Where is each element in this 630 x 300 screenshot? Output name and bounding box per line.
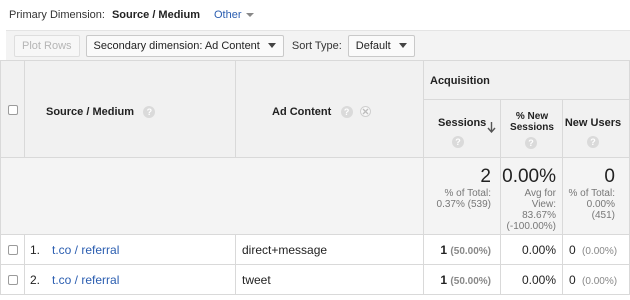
table-row-pct-new-cell: 0.00% <box>501 265 563 295</box>
totals-new-users-sub1: % of Total: <box>568 188 615 199</box>
sort-type-label: Sort Type: <box>291 39 342 52</box>
chevron-down-icon <box>398 43 407 48</box>
secondary-dimension-dropdown[interactable]: Secondary dimension: Ad Content <box>85 34 284 57</box>
table-row-select-cell <box>0 265 25 295</box>
totals-new-users-sub2: 0.00% <box>586 199 615 210</box>
totals-label-cell <box>0 158 424 235</box>
row-ad-content: tweet <box>242 273 271 287</box>
row-index: 1. <box>30 243 41 257</box>
select-all-checkbox[interactable] <box>8 105 18 115</box>
row-sessions: 1 <box>440 243 448 257</box>
row-sessions: 1 <box>440 273 448 287</box>
totals-pct-new-sub3: 83.67% <box>522 210 556 221</box>
header-new-users-label: New Users <box>564 117 622 129</box>
table-row-source-cell: 1. t.co / referral <box>25 235 236 265</box>
header-pct-new-sessions-line2: Sessions <box>510 122 554 133</box>
header-acquisition-group: Acquisition <box>424 60 630 100</box>
totals-pct-new-sub2: View: <box>531 199 556 210</box>
row-checkbox[interactable] <box>8 245 18 255</box>
row-pct-new: 0.00% <box>521 243 556 257</box>
totals-pct-new-sub1: Avg for <box>524 188 557 199</box>
header-sessions-label: Sessions <box>438 117 487 129</box>
table-row-select-cell <box>0 235 25 265</box>
totals-new-users-cell: 0 % of Total: 0.00% (451) <box>563 158 630 235</box>
help-icon[interactable]: ? <box>452 136 464 148</box>
totals-sessions-cell: 2 % of Total: 0.37% (539) <box>424 158 501 235</box>
sort-type-value: Default <box>355 39 391 52</box>
table-row-ad-content-cell: tweet <box>236 265 424 295</box>
row-new-users: 0 <box>569 243 576 257</box>
row-sessions-pct: (50.00%) <box>450 246 491 257</box>
totals-pct-new-value: 0.00% <box>502 166 556 187</box>
table-row-sessions-cell: 1 (50.00%) <box>424 265 501 295</box>
row-sessions-pct: (50.00%) <box>450 276 491 287</box>
other-dimension-dropdown[interactable]: Other <box>214 9 254 21</box>
sort-type-dropdown[interactable]: Default <box>347 34 415 57</box>
chevron-down-icon <box>245 13 254 17</box>
other-dimension-label: Other <box>214 9 242 21</box>
plot-rows-button[interactable]: Plot Rows <box>14 34 80 57</box>
header-select-cell <box>0 60 25 158</box>
totals-sessions-value: 2 <box>480 166 491 187</box>
row-new-users: 0 <box>569 273 576 287</box>
header-sessions[interactable]: Sessions ? <box>424 100 501 158</box>
totals-pct-new-sub4: (-100.00%) <box>506 221 556 232</box>
help-icon[interactable]: ? <box>340 105 353 118</box>
table-row-new-users-cell: 0 (0.00%) <box>563 265 630 295</box>
primary-dimension-label: Primary Dimension: <box>9 9 105 21</box>
header-ad-content-label: Ad Content <box>272 106 332 118</box>
header-pct-new-sessions[interactable]: % New Sessions ? <box>501 100 563 158</box>
row-index: 2. <box>30 273 41 287</box>
row-source-link[interactable]: t.co / referral <box>52 243 119 257</box>
row-ad-content: direct+message <box>242 243 328 257</box>
totals-sessions-sub2: 0.37% (539) <box>436 199 491 210</box>
row-source-link[interactable]: t.co / referral <box>52 273 119 287</box>
header-new-users[interactable]: New Users ? <box>563 100 630 158</box>
sort-descending-icon <box>487 122 496 133</box>
table-row-pct-new-cell: 0.00% <box>501 235 563 265</box>
table-row-ad-content-cell: direct+message <box>236 235 424 265</box>
header-acquisition-label: Acquisition <box>430 75 490 87</box>
table-toolbar: Plot Rows Secondary dimension: Ad Conten… <box>6 30 630 60</box>
header-pct-new-sessions-line1: % New <box>515 111 549 122</box>
totals-pct-new-cell: 0.00% Avg for View: 83.67% (-100.00%) <box>501 158 563 235</box>
table-row-source-cell: 2. t.co / referral <box>25 265 236 295</box>
help-icon[interactable]: ? <box>525 137 537 149</box>
row-checkbox[interactable] <box>8 275 18 285</box>
remove-secondary-dimension-icon[interactable] <box>359 106 371 118</box>
data-table: Source / Medium ? Ad Content ? Acquisiti… <box>0 60 630 300</box>
totals-new-users-sub3: (451) <box>591 210 615 221</box>
table-row-sessions-cell: 1 (50.00%) <box>424 235 501 265</box>
row-pct-new: 0.00% <box>521 273 556 287</box>
header-source-medium[interactable]: Source / Medium ? <box>25 60 236 158</box>
help-icon[interactable]: ? <box>143 105 156 118</box>
chevron-down-icon <box>267 43 276 48</box>
totals-new-users-value: 0 <box>604 166 615 187</box>
primary-dimension-bar: Primary Dimension: Source / Medium Other <box>0 0 630 30</box>
row-new-users-pct: (0.00%) <box>582 246 618 257</box>
header-ad-content[interactable]: Ad Content ? <box>236 60 424 158</box>
primary-dimension-value[interactable]: Source / Medium <box>112 9 200 21</box>
help-icon[interactable]: ? <box>587 136 599 148</box>
row-new-users-pct: (0.00%) <box>582 276 618 287</box>
secondary-dimension-label: Secondary dimension: Ad Content <box>93 39 260 52</box>
table-row-new-users-cell: 0 (0.00%) <box>563 235 630 265</box>
header-source-medium-label: Source / Medium <box>46 106 135 118</box>
totals-sessions-sub1: % of Total: <box>444 188 491 199</box>
